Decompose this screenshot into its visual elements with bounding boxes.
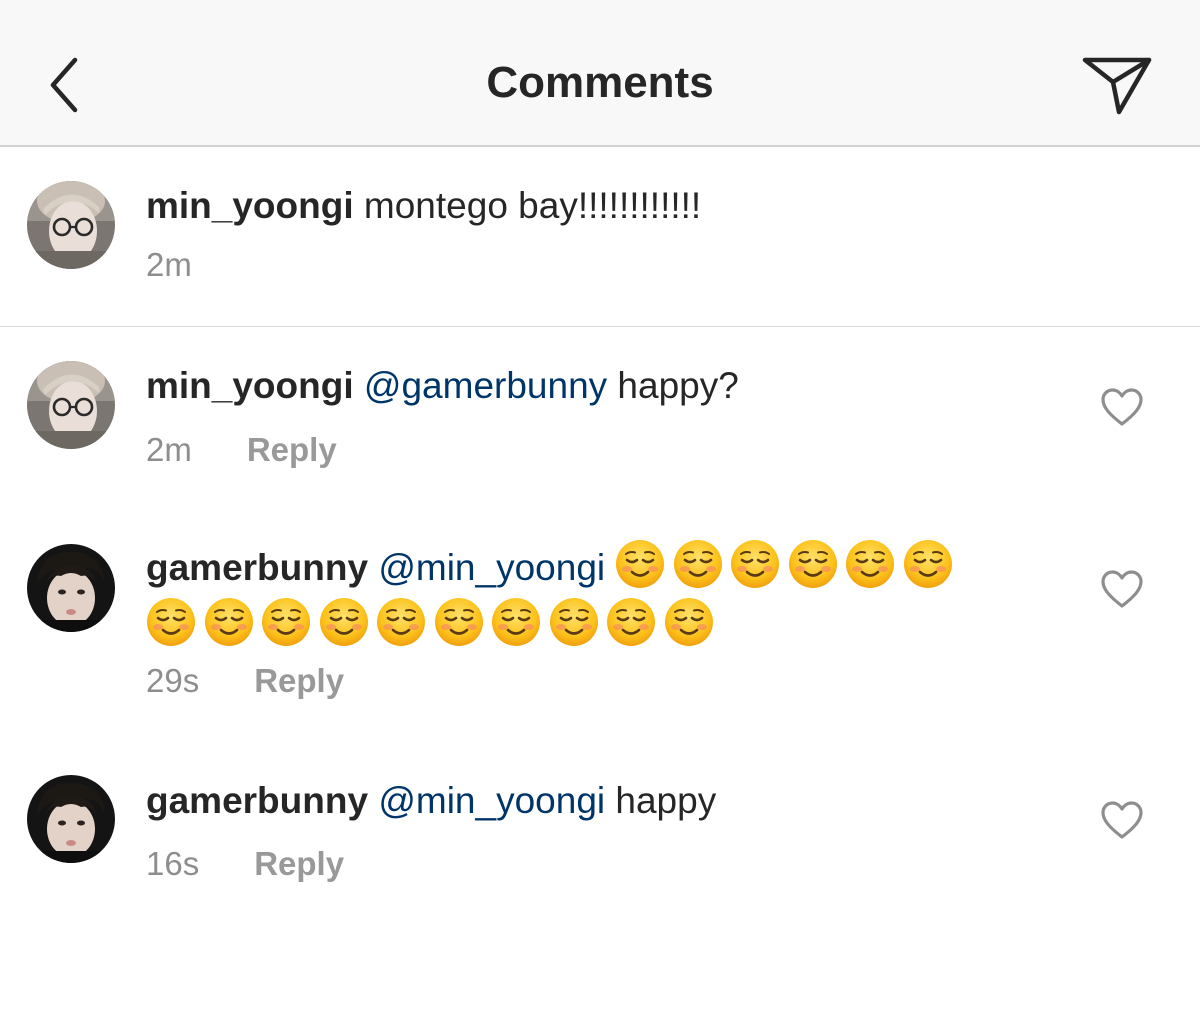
page-title: Comments [486, 58, 714, 107]
smiling-face-emoji [376, 597, 426, 647]
comment-text: gamerbunny @min_yoongi happy [146, 772, 1046, 830]
comment-timestamp: 2m [146, 431, 192, 468]
comment-mention[interactable]: @gamerbunny [364, 365, 607, 406]
smiling-face-emoji [606, 597, 656, 647]
smiling-face-emoji [146, 597, 196, 647]
paper-plane-icon [1082, 57, 1152, 115]
header-bar: Comments [0, 0, 1200, 147]
post-caption: min_yoongi montego bay!!!!!!!!!!!! 2m [0, 147, 1200, 327]
smiling-face-emoji [845, 539, 895, 589]
smiling-face-emoji [615, 539, 665, 589]
avatar-image [27, 181, 115, 269]
smiling-face-emoji [491, 597, 541, 647]
smiling-face-emoji [434, 597, 484, 647]
share-button[interactable] [1072, 45, 1162, 125]
comment-username[interactable]: gamerbunny [146, 547, 368, 588]
comment-text: min_yoongi @gamerbunny happy? [146, 357, 1046, 415]
comment-mention[interactable]: @min_yoongi [378, 780, 605, 821]
avatar-image [27, 361, 115, 449]
heart-icon[interactable] [1100, 569, 1144, 609]
comment-mention[interactable]: @min_yoongi [378, 547, 605, 588]
smiling-face-emoji [549, 597, 599, 647]
comment-body: happy? [607, 365, 739, 406]
comment-body: happy [605, 780, 717, 821]
avatar-image [27, 544, 115, 632]
avatar[interactable] [27, 181, 115, 269]
back-button[interactable] [30, 45, 100, 125]
comment-username[interactable]: gamerbunny [146, 780, 368, 821]
heart-icon[interactable] [1100, 387, 1144, 427]
comment-username[interactable]: min_yoongi [146, 365, 354, 406]
comment-timestamp: 16s [146, 845, 200, 882]
avatar[interactable] [27, 775, 115, 863]
caption-username[interactable]: min_yoongi [146, 185, 354, 226]
smiling-face-emoji [261, 597, 311, 647]
smiling-face-emoji [673, 539, 723, 589]
chevron-left-icon [50, 57, 78, 113]
smiling-face-emoji [664, 597, 714, 647]
reply-button[interactable]: Reply [254, 845, 344, 882]
smiling-face-emoji [319, 597, 369, 647]
comment-meta: 29s Reply [146, 662, 344, 700]
avatar[interactable] [27, 544, 115, 632]
avatar[interactable] [27, 361, 115, 449]
caption-meta: 2m [146, 246, 192, 284]
comment-timestamp: 29s [146, 662, 200, 699]
emoji-group-first [615, 547, 953, 588]
reply-button[interactable]: Reply [247, 431, 337, 468]
reply-button[interactable]: Reply [254, 662, 344, 699]
caption-timestamp: 2m [146, 246, 192, 283]
smiling-face-emoji [204, 597, 254, 647]
comment-text: gamerbunny @min_yoongi [146, 539, 1046, 655]
avatar-image [27, 775, 115, 863]
comment-meta: 2m Reply [146, 431, 337, 469]
smiling-face-emoji [730, 539, 780, 589]
heart-icon[interactable] [1100, 800, 1144, 840]
emoji-group-second [146, 597, 1046, 655]
caption-body: montego bay!!!!!!!!!!!! [353, 185, 702, 226]
smiling-face-emoji [788, 539, 838, 589]
smiling-face-emoji [903, 539, 953, 589]
caption-text: min_yoongi montego bay!!!!!!!!!!!! [146, 177, 1046, 235]
comment-meta: 16s Reply [146, 845, 344, 883]
